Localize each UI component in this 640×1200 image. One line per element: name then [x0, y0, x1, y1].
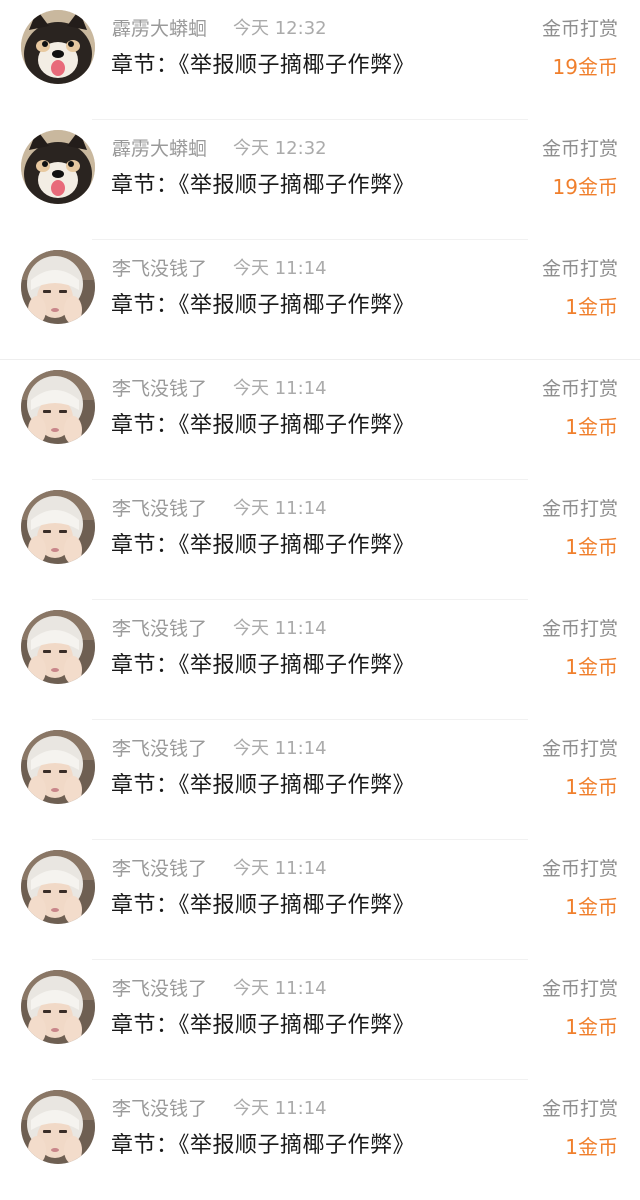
- chapter-title[interactable]: 章节：《举报顺子摘椰子作弊》: [111, 648, 415, 684]
- reward-row[interactable]: 李飞没钱了 今天 11:14 章节：《举报顺子摘椰子作弊》 金币打赏 1金币: [0, 840, 640, 960]
- coin-amount: 1金币: [565, 1135, 618, 1159]
- reward-row[interactable]: 霹雳大蟒蛔 今天 12:32 章节：《举报顺子摘椰子作弊》 金币打赏 19金币: [0, 0, 640, 120]
- coin-amount: 1金币: [565, 655, 618, 679]
- hooded-person-avatar[interactable]: [21, 610, 95, 684]
- chapter-title[interactable]: 章节：《举报顺子摘椰子作弊》: [111, 1128, 415, 1164]
- reward-type-label: 金币打赏: [541, 138, 618, 160]
- username[interactable]: 李飞没钱了: [112, 735, 207, 763]
- username[interactable]: 李飞没钱了: [112, 375, 207, 403]
- reward-list: 霹雳大蟒蛔 今天 12:32 章节：《举报顺子摘椰子作弊》 金币打赏 19金币 霹雳大蟒…: [0, 0, 640, 1174]
- timestamp: 今天 11:14: [233, 378, 327, 399]
- username[interactable]: 李飞没钱了: [112, 495, 207, 523]
- coin-amount: 1金币: [565, 775, 618, 799]
- reward-type-label: 金币打赏: [541, 378, 618, 400]
- reward-row[interactable]: 李飞没钱了 今天 11:14 章节：《举报顺子摘椰子作弊》 金币打赏 1金币: [0, 720, 640, 840]
- username[interactable]: 李飞没钱了: [112, 255, 207, 283]
- timestamp: 今天 12:32: [233, 18, 327, 39]
- dog-avatar[interactable]: [21, 10, 95, 84]
- timestamp: 今天 11:14: [233, 618, 327, 639]
- timestamp: 今天 11:14: [233, 858, 327, 879]
- chapter-title[interactable]: 章节：《举报顺子摘椰子作弊》: [111, 1008, 415, 1044]
- username[interactable]: 霹雳大蟒蛔: [112, 15, 207, 43]
- coin-amount: 19金币: [552, 55, 618, 79]
- timestamp: 今天 11:14: [233, 978, 327, 999]
- username[interactable]: 李飞没钱了: [112, 615, 207, 643]
- chapter-title[interactable]: 章节：《举报顺子摘椰子作弊》: [111, 48, 415, 84]
- hooded-person-avatar[interactable]: [21, 1090, 95, 1164]
- chapter-title[interactable]: 章节：《举报顺子摘椰子作弊》: [111, 168, 415, 204]
- username[interactable]: 李飞没钱了: [112, 1095, 207, 1123]
- chapter-title[interactable]: 章节：《举报顺子摘椰子作弊》: [111, 528, 415, 564]
- hooded-person-avatar[interactable]: [21, 970, 95, 1044]
- coin-amount: 1金币: [565, 1015, 618, 1039]
- reward-type-label: 金币打赏: [541, 978, 618, 1000]
- hooded-person-avatar[interactable]: [21, 730, 95, 804]
- hooded-person-avatar[interactable]: [21, 250, 95, 324]
- coin-amount: 1金币: [565, 895, 618, 919]
- timestamp: 今天 11:14: [233, 738, 327, 759]
- timestamp: 今天 11:14: [233, 1098, 327, 1119]
- reward-type-label: 金币打赏: [541, 858, 618, 880]
- reward-row[interactable]: 李飞没钱了 今天 11:14 章节：《举报顺子摘椰子作弊》 金币打赏 1金币: [0, 480, 640, 600]
- dog-avatar[interactable]: [21, 130, 95, 204]
- timestamp: 今天 11:14: [233, 498, 327, 519]
- chapter-title[interactable]: 章节：《举报顺子摘椰子作弊》: [111, 288, 415, 324]
- timestamp: 今天 12:32: [233, 138, 327, 159]
- coin-amount: 19金币: [552, 175, 618, 199]
- username[interactable]: 霹雳大蟒蛔: [112, 135, 207, 163]
- reward-type-label: 金币打赏: [541, 18, 618, 40]
- hooded-person-avatar[interactable]: [21, 850, 95, 924]
- timestamp: 今天 11:14: [233, 258, 327, 279]
- reward-row[interactable]: 李飞没钱了 今天 11:14 章节：《举报顺子摘椰子作弊》 金币打赏 1金币: [0, 600, 640, 720]
- hooded-person-avatar[interactable]: [21, 490, 95, 564]
- reward-type-label: 金币打赏: [541, 498, 618, 520]
- reward-type-label: 金币打赏: [541, 1098, 618, 1120]
- chapter-title[interactable]: 章节：《举报顺子摘椰子作弊》: [111, 408, 415, 444]
- reward-type-label: 金币打赏: [541, 618, 618, 640]
- hooded-person-avatar[interactable]: [21, 370, 95, 444]
- chapter-title[interactable]: 章节：《举报顺子摘椰子作弊》: [111, 888, 415, 924]
- reward-row[interactable]: 李飞没钱了 今天 11:14 章节：《举报顺子摘椰子作弊》 金币打赏 1金币: [0, 360, 640, 480]
- reward-row[interactable]: 李飞没钱了 今天 11:14 章节：《举报顺子摘椰子作弊》 金币打赏 1金币: [0, 960, 640, 1080]
- reward-row[interactable]: 霹雳大蟒蛔 今天 12:32 章节：《举报顺子摘椰子作弊》 金币打赏 19金币: [0, 120, 640, 240]
- username[interactable]: 李飞没钱了: [112, 975, 207, 1003]
- chapter-title[interactable]: 章节：《举报顺子摘椰子作弊》: [111, 768, 415, 804]
- reward-row[interactable]: 李飞没钱了 今天 11:14 章节：《举报顺子摘椰子作弊》 金币打赏 1金币: [0, 1080, 640, 1200]
- username[interactable]: 李飞没钱了: [112, 855, 207, 883]
- reward-type-label: 金币打赏: [541, 738, 618, 760]
- reward-row[interactable]: 李飞没钱了 今天 11:14 章节：《举报顺子摘椰子作弊》 金币打赏 1金币: [0, 240, 640, 360]
- reward-type-label: 金币打赏: [541, 258, 618, 280]
- coin-amount: 1金币: [565, 535, 618, 559]
- coin-amount: 1金币: [565, 415, 618, 439]
- coin-amount: 1金币: [565, 295, 618, 319]
